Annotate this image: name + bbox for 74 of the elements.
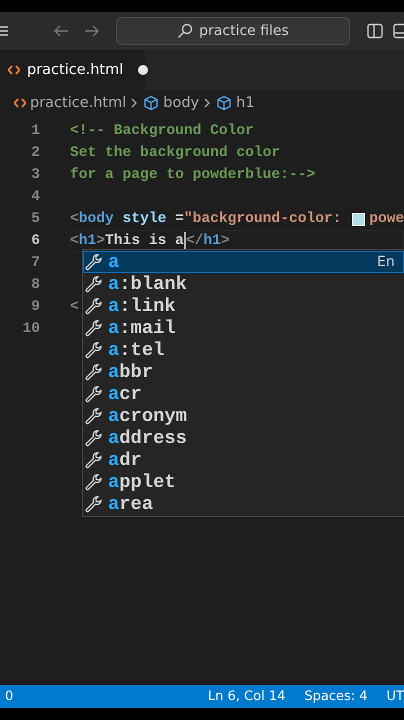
- wrench-icon: [85, 451, 103, 469]
- line-number: 6: [30, 233, 40, 249]
- line-number: 10: [21, 321, 40, 337]
- status-item[interactable]: Spaces: 4: [304, 689, 368, 704]
- chevron-icon: [131, 98, 138, 108]
- html-file-icon: [8, 65, 20, 75]
- menu-icon[interactable]: [0, 24, 10, 38]
- line-number: 4: [30, 189, 40, 205]
- code-token: "background-color:: [184, 211, 342, 227]
- wrench-icon: [85, 407, 103, 425]
- code-token: <: [70, 233, 79, 249]
- text-cursor: [184, 232, 186, 250]
- sidebar-toggle-icon[interactable]: [367, 23, 383, 39]
- breadcrumb-item[interactable]: body: [163, 95, 200, 111]
- color-swatch[interactable]: [352, 212, 366, 226]
- suggestion-item[interactable]: a:tel: [83, 339, 404, 361]
- code-token: body: [78, 211, 114, 227]
- code-token: <: [70, 299, 79, 315]
- wrench-icon: [85, 495, 103, 513]
- code-token: h1: [78, 233, 96, 249]
- search-field[interactable]: practice files: [116, 17, 350, 45]
- status-item[interactable]: UT: [386, 689, 404, 704]
- wrench-icon: [85, 341, 103, 359]
- chevron-icon: [204, 98, 212, 108]
- problems-count[interactable]: 0: [5, 689, 14, 704]
- search-icon: [177, 23, 194, 39]
- code-token: This is a: [105, 233, 184, 249]
- code-token: >: [220, 233, 230, 249]
- breadcrumb-item[interactable]: h1: [236, 95, 255, 111]
- cube-icon: [143, 95, 160, 111]
- wrench-icon: [85, 319, 103, 337]
- suggestion-item[interactable]: abbr: [83, 361, 404, 383]
- wrench-icon: [85, 275, 103, 293]
- wrench-icon: [85, 385, 103, 403]
- suggestion-item[interactable]: area: [83, 493, 404, 515]
- back-icon[interactable]: [53, 24, 69, 38]
- forward-icon[interactable]: [84, 24, 100, 38]
- cube-icon: [216, 95, 232, 111]
- wrench-icon: [85, 297, 103, 315]
- html-file-icon: [14, 98, 26, 108]
- line-number: 2: [30, 145, 40, 161]
- wrench-icon: [85, 429, 103, 447]
- line-number: 1: [30, 123, 40, 139]
- code-token: for a page to powderblue:-->: [70, 167, 316, 183]
- wrench-icon: [85, 363, 103, 381]
- panel-toggle-icon[interactable]: [393, 23, 404, 39]
- breadcrumb-item[interactable]: practice.html: [30, 95, 126, 111]
- code-token: h1: [203, 233, 221, 249]
- wrench-icon: [85, 253, 103, 271]
- code-token: <!-- Background Color: [70, 123, 254, 139]
- wrench-icon: [85, 473, 103, 491]
- suggestion-item[interactable]: a:link: [83, 295, 404, 317]
- code-token: >: [96, 233, 106, 249]
- suggestion-item[interactable]: applet: [83, 471, 404, 493]
- suggestion-item[interactable]: a En: [83, 251, 404, 273]
- line-number: 5: [30, 211, 40, 227]
- suggestion-item[interactable]: adr: [83, 449, 404, 471]
- suggestion-item[interactable]: address: [83, 427, 404, 449]
- status-item[interactable]: Ln 6, Col 14: [208, 689, 286, 704]
- editor-tab[interactable]: practice.html: [0, 50, 145, 90]
- code-token: Set the background color: [70, 145, 280, 161]
- code-token: =: [174, 211, 184, 227]
- line-number: 8: [30, 277, 40, 293]
- suggestion-item[interactable]: acr: [83, 383, 404, 405]
- suggestion-item[interactable]: a:mail: [83, 317, 404, 339]
- code-token: </: [186, 233, 204, 249]
- suggestion-item[interactable]: acronym: [83, 405, 404, 427]
- line-number: 9: [30, 299, 40, 315]
- code-token: <: [70, 211, 79, 227]
- line-number: 3: [30, 167, 40, 183]
- code-token: powe: [369, 211, 404, 227]
- line-number: 7: [30, 255, 40, 271]
- code-token: style: [122, 211, 166, 227]
- suggestion-item[interactable]: a:blank: [83, 273, 404, 295]
